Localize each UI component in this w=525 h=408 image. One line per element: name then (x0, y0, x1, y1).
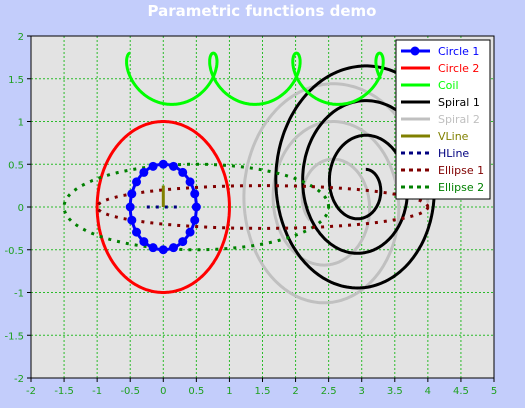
y-tick-label: 2 (18, 32, 24, 43)
x-tick-label: 2.5 (321, 386, 337, 397)
series-marker-circle-1 (148, 161, 158, 171)
series-marker-circle-1 (125, 202, 135, 212)
y-tick-label: 1 (18, 118, 24, 129)
series-marker-circle-1 (190, 189, 200, 199)
series-marker-circle-1 (169, 243, 179, 253)
series-marker-circle-1 (190, 215, 200, 225)
legend-marker-circle-1 (410, 46, 420, 56)
y-tick-label: -0.5 (4, 246, 24, 257)
series-marker-circle-1 (127, 215, 137, 225)
legend-label: Coil (438, 79, 459, 92)
series-marker-circle-1 (139, 237, 149, 247)
y-tick-label: -2 (14, 374, 24, 385)
series-marker-circle-1 (178, 237, 188, 247)
x-tick-label: 3.5 (387, 386, 403, 397)
series-marker-circle-1 (127, 189, 137, 199)
y-tick-label: 1.5 (8, 75, 24, 86)
x-tick-label: 4 (425, 386, 431, 397)
legend: Circle 1 Circle 2 Coil Spiral 1 Spiral 2 VLin… (395, 39, 491, 200)
legend-label: Ellipse 1 (438, 164, 484, 177)
x-tick-label: 0 (160, 386, 166, 397)
x-tick-label: -2 (26, 386, 36, 397)
legend-label: Circle 2 (438, 62, 479, 75)
y-tick-label: -1 (14, 289, 24, 300)
x-tick-label: -1 (92, 386, 102, 397)
series-marker-circle-1 (158, 245, 168, 255)
series-marker-circle-1 (185, 177, 195, 187)
x-tick-label: -0.5 (120, 386, 140, 397)
y-tick-label: 0.5 (8, 160, 24, 171)
y-tick-label: 0 (18, 203, 24, 214)
x-tick-label: -1.5 (54, 386, 74, 397)
series-marker-circle-1 (132, 227, 142, 237)
x-tick-label: 3 (359, 386, 365, 397)
series-marker-circle-1 (158, 159, 168, 169)
x-tick-label: 5 (491, 386, 497, 397)
x-tick-label: 1.5 (255, 386, 271, 397)
series-marker-circle-1 (169, 161, 179, 171)
legend-label: Ellipse 2 (438, 181, 484, 194)
series-marker-circle-1 (132, 177, 142, 187)
series-marker-circle-1 (148, 243, 158, 253)
series-marker-circle-1 (191, 202, 201, 212)
legend-label: HLine (438, 147, 469, 160)
series-marker-circle-1 (178, 167, 188, 177)
legend-label: Spiral 2 (438, 113, 480, 126)
chart-title: Parametric functions demo (148, 2, 377, 20)
x-tick-label: 0.5 (188, 386, 204, 397)
series-marker-circle-1 (139, 167, 149, 177)
x-tick-label: 1 (226, 386, 232, 397)
x-tick-label: 2 (292, 386, 298, 397)
legend-label: VLine (438, 130, 469, 143)
chart: Parametric functions demo -2 -1.5 -1 -0.5 0 0… (4, 2, 497, 397)
series-marker-circle-1 (185, 227, 195, 237)
y-tick-label: -1.5 (4, 331, 24, 342)
x-tick-label: 4.5 (453, 386, 469, 397)
legend-label: Circle 1 (438, 45, 479, 58)
legend-label: Spiral 1 (438, 96, 480, 109)
